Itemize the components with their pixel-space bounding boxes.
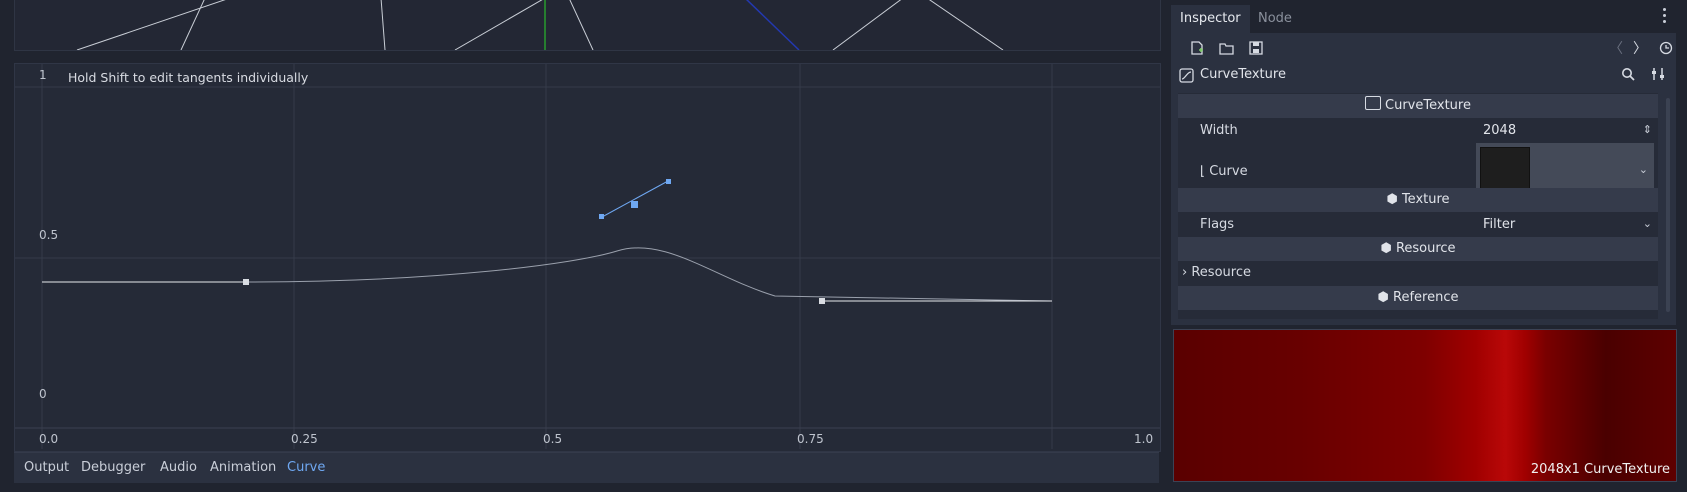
prop-curve-label-text: Curve [1209, 164, 1248, 179]
x-label-0-25: 0.25 [291, 432, 318, 446]
prop-width: Width 2048 ⇕ [1178, 119, 1658, 143]
curve-hint-text: Hold Shift to edit tangents individually [68, 70, 309, 85]
tangent-line [601, 180, 669, 218]
section-reference-label: Reference [1393, 290, 1459, 305]
prop-width-label: Width [1200, 123, 1238, 138]
tab-curve[interactable]: Curve [287, 460, 325, 475]
history-icon[interactable] [1655, 37, 1677, 59]
curve-texture-icon [1179, 68, 1194, 87]
new-resource-icon[interactable] [1186, 37, 1208, 59]
chevron-down-icon[interactable]: ⌄ [1639, 163, 1648, 176]
section-reference[interactable]: ⬢ Reference [1178, 286, 1658, 310]
search-icon[interactable] [1621, 67, 1635, 85]
save-icon[interactable] [1245, 37, 1267, 59]
section-texture-label: Texture [1401, 192, 1450, 207]
curve-point-1[interactable] [243, 279, 249, 285]
resource-group[interactable]: › Resource [1178, 261, 1658, 285]
prop-curve-label: ⌊ Curve [1200, 164, 1248, 179]
inspector-scrollbar[interactable] [1666, 98, 1670, 312]
x-label-0-75: 0.75 [797, 432, 824, 446]
tab-audio[interactable]: Audio [160, 460, 197, 475]
tab-debugger[interactable]: Debugger [81, 460, 145, 475]
x-label-1: 1.0 [1134, 432, 1154, 446]
curve-path [42, 247, 1053, 302]
cube-icon: ⬢ [1380, 241, 1392, 256]
width-input[interactable]: 2048 [1483, 123, 1516, 138]
curve-editor[interactable]: Hold Shift to edit tangents individually… [14, 63, 1161, 452]
section-texture[interactable]: ⬢ Texture [1178, 188, 1658, 212]
property-list: CurveTexture Width 2048 ⇕ ⌊ Curve ⌄ ⬢ Te… [1178, 93, 1658, 319]
tangent-handle-left[interactable] [599, 214, 604, 219]
section-curvetexture[interactable]: CurveTexture [1178, 94, 1658, 118]
flags-dropdown[interactable]: Filter [1483, 217, 1515, 232]
history-forward-icon[interactable]: 〉 [1629, 37, 1651, 59]
resource-group-label: › Resource [1182, 265, 1251, 280]
curve-texture-section-icon [1365, 96, 1382, 110]
curve-icon: ⌊ [1200, 164, 1206, 179]
texture-preview: 2048x1 CurveTexture [1173, 329, 1677, 482]
texture-preview-caption: 2048x1 CurveTexture [1530, 462, 1670, 477]
tangent-handle-right[interactable] [666, 179, 671, 184]
prop-flags-label: Flags [1200, 217, 1235, 232]
tab-inspector[interactable]: Inspector [1171, 5, 1250, 33]
object-properties-icon[interactable] [1651, 67, 1665, 85]
section-curvetexture-label: CurveTexture [1385, 98, 1471, 113]
y-label-0: 0 [39, 387, 47, 401]
cube-icon: ⬢ [1386, 192, 1398, 207]
curve-canvas[interactable] [15, 64, 1160, 451]
section-resource-label: Resource [1395, 241, 1456, 256]
resource-group-text: Resource [1191, 265, 1251, 280]
spinner-icon[interactable]: ⇕ [1643, 123, 1652, 136]
chevron-right-icon: › [1182, 265, 1188, 280]
tab-output[interactable]: Output [24, 460, 69, 475]
tab-node[interactable]: Node [1249, 5, 1301, 33]
y-label-0-5: 0.5 [39, 228, 59, 242]
object-name: CurveTexture [1200, 67, 1286, 82]
3d-viewport[interactable] [14, 0, 1161, 51]
curve-point-3[interactable] [819, 298, 825, 304]
curve-point-2-selected[interactable] [631, 201, 638, 208]
history-back-icon[interactable]: 〈 [1605, 37, 1627, 59]
x-label-0-5: 0.5 [543, 432, 563, 446]
bottom-panel-tabs: Output Debugger Audio Animation Curve [14, 452, 1159, 483]
tab-animation[interactable]: Animation [210, 460, 276, 475]
dock-menu-icon[interactable] [1663, 8, 1667, 26]
viewport-grid [76, 0, 1004, 50]
flags-chevron-icon[interactable]: ⌄ [1643, 217, 1652, 230]
inspected-object-row[interactable]: CurveTexture [1171, 63, 1676, 90]
section-resource[interactable]: ⬢ Resource [1178, 237, 1658, 261]
prop-flags: Flags Filter ⌄ [1178, 213, 1658, 237]
x-label-0: 0.0 [39, 432, 59, 446]
dock-tab-bar: Inspector Node [1171, 5, 1676, 33]
cube-icon: ⬢ [1377, 290, 1389, 305]
open-folder-icon[interactable] [1215, 37, 1237, 59]
y-label-1: 1 [39, 68, 47, 82]
